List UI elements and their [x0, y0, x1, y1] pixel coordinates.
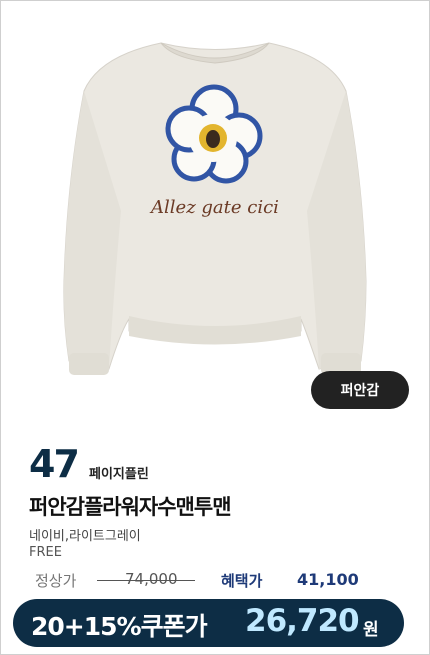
benefit-price: 41,100	[297, 570, 359, 589]
product-size: FREE	[29, 545, 62, 560]
product-image[interactable]: Allez gate cici	[1, 1, 429, 421]
normal-price: 74,000	[125, 570, 178, 588]
brand-tag[interactable]: 퍼안감	[311, 371, 409, 409]
coupon-price: 26,720	[245, 603, 360, 639]
product-card[interactable]: Allez gate cici 퍼안감 47 페이지플린 퍼안감플라워자수맨투맨…	[0, 0, 430, 655]
coupon-price-bar[interactable]: 20+15%쿠폰가 26,720 원	[13, 599, 404, 647]
benefit-price-label: 혜택가	[221, 572, 263, 590]
price-row: 정상가 74,000 혜택가 41,100	[35, 570, 405, 592]
svg-text:Allez gate cici: Allez gate cici	[149, 197, 279, 218]
rank-number: 47	[29, 442, 80, 486]
currency-unit: 원	[363, 620, 379, 640]
normal-price-label: 정상가	[35, 572, 77, 590]
product-title[interactable]: 퍼안감플라워자수맨투맨	[29, 491, 232, 521]
product-colors: 네이비,라이트그레이	[29, 529, 141, 544]
brand-name[interactable]: 페이지플린	[89, 463, 149, 482]
coupon-label: 20+15%쿠폰가	[31, 612, 208, 641]
